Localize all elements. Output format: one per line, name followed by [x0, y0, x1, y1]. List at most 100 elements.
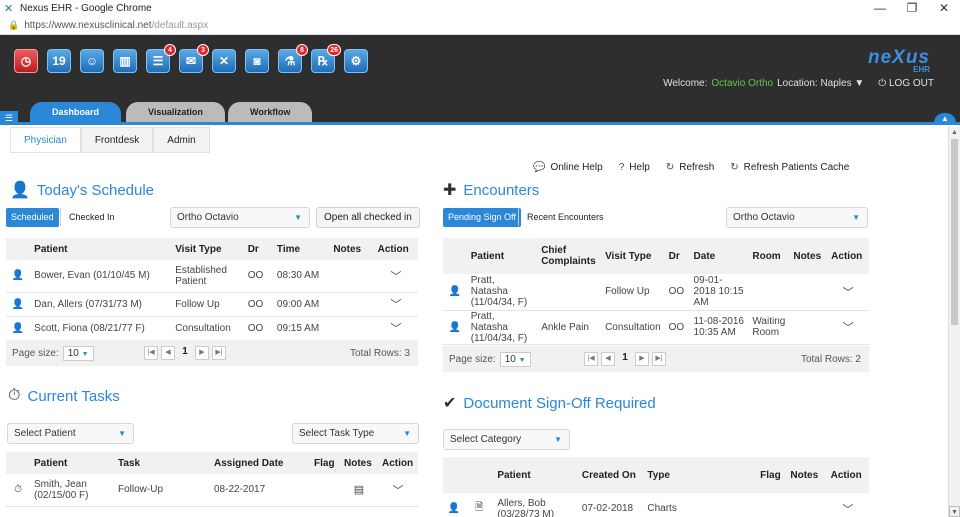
table-row[interactable]: 👤 Dan, Allers (07/31/73 M) Follow Up OO …	[6, 292, 418, 317]
page-size-select[interactable]: 10 ▼	[62, 345, 94, 361]
table-row[interactable]: ⏱ Smith, Jean (02/15/00 F) Follow-Up 08-…	[6, 474, 418, 507]
camera-icon[interactable]: ◙	[245, 49, 269, 73]
rx-icon[interactable]: ℞ 26	[311, 44, 341, 73]
settings-icon[interactable]: ⚙	[344, 49, 368, 73]
chevron-down-icon[interactable]: ﹀	[373, 316, 418, 341]
table-row[interactable]: 👤 🗎 Allers, Bob (03/28/73 M) 07-02-2018 …	[443, 493, 869, 517]
notes-icon[interactable]: ▤	[340, 474, 378, 507]
lab-icon[interactable]: ⚗ 8	[278, 44, 308, 73]
tools-icon[interactable]: ✕	[212, 49, 236, 73]
chevron-down-icon[interactable]: ﹀	[378, 474, 418, 507]
next-page-icon[interactable]: ▶	[635, 352, 649, 366]
menu-icon[interactable]: ☰	[0, 111, 18, 125]
address-bar[interactable]: 🔒 https://www.nexusclinical.net/default.…	[0, 17, 960, 35]
subtab-admin[interactable]: Admin	[153, 127, 210, 153]
tab-scheduled[interactable]: Scheduled	[6, 208, 59, 227]
first-page-icon[interactable]: |◀	[144, 346, 158, 360]
column-header[interactable]: Room	[748, 238, 790, 274]
table-row[interactable]: 👤 Bower, Evan (01/10/45 M) Established P…	[6, 260, 418, 293]
scroll-up-icon[interactable]: ▲	[949, 127, 960, 138]
patient-cell[interactable]: Bower, Evan (01/10/45 M)	[30, 260, 172, 293]
column-header[interactable]: Flag	[310, 452, 340, 474]
location-dropdown[interactable]: Location: Naples ▼	[777, 78, 864, 89]
column-header[interactable]: Time	[272, 238, 330, 260]
select-category-value: Select Category	[450, 434, 522, 445]
encounters-provider-select[interactable]: Ortho Octavio ▼	[726, 207, 868, 228]
patients-icon[interactable]: ☺	[80, 49, 104, 73]
tab-workflow[interactable]: Workflow	[228, 102, 313, 122]
table-row[interactable]: 👤 Pratt, Natasha (11/04/34, F) Ankle Pai…	[443, 310, 869, 345]
patient-cell[interactable]: Smith, Jean (02/15/00 F)	[30, 474, 114, 507]
column-header[interactable]: Patient	[466, 238, 538, 274]
chevron-down-icon[interactable]: ﹀	[827, 310, 869, 345]
browser-title-bar: ✕ Nexus EHR - Google Chrome — ❐ ✕	[0, 0, 960, 17]
tab-checked-in[interactable]: Checked In	[63, 208, 121, 227]
column-header[interactable]: Type	[643, 457, 757, 493]
clock-icon[interactable]: ◷	[14, 49, 38, 73]
column-header[interactable]: Dr	[243, 238, 273, 260]
reports-icon[interactable]: ▥	[113, 49, 137, 73]
subtab-physician[interactable]: Physician	[10, 127, 81, 153]
tasks-icon[interactable]: ☰ 4	[146, 44, 176, 73]
table-row[interactable]: 👤 Scott, Fiona (08/21/77 F) Consultation…	[6, 316, 418, 341]
subtab-frontdesk[interactable]: Frontdesk	[80, 127, 154, 153]
column-header[interactable]: Task	[114, 452, 210, 474]
table-row[interactable]: 👤 Pratt, Natasha (11/04/34, F) Follow Up…	[443, 274, 869, 311]
prev-page-icon[interactable]: ◀	[601, 352, 615, 366]
user-name[interactable]: Octavio Ortho	[711, 78, 773, 89]
last-page-icon[interactable]: ▶|	[212, 346, 226, 360]
tab-dashboard[interactable]: Dashboard	[30, 102, 122, 122]
tab-visualization[interactable]: Visualization	[126, 102, 225, 122]
chevron-down-icon[interactable]: ﹀	[826, 493, 869, 517]
messages-icon[interactable]: ✉ 3	[179, 44, 209, 73]
patient-cell[interactable]: Allers, Bob (03/28/73 M)	[493, 493, 578, 517]
page-scrollbar[interactable]: ▲ ▼	[948, 127, 960, 517]
collapse-header-icon[interactable]: ▲	[934, 113, 956, 125]
patient-cell[interactable]: Dan, Allers (07/31/73 M)	[30, 292, 172, 317]
tab-recent-encounters[interactable]: Recent Encounters	[521, 208, 610, 227]
column-header[interactable]: Chief Complaints	[537, 238, 602, 274]
refresh-link[interactable]: ↻ Refresh	[666, 162, 714, 173]
chevron-down-icon[interactable]: ﹀	[373, 260, 418, 293]
refresh-cache-link[interactable]: ↻ Refresh Patients Cache	[730, 162, 849, 173]
patient-cell[interactable]: Pratt, Natasha (11/04/34, F)	[466, 310, 538, 345]
column-header[interactable]: Patient	[493, 457, 578, 493]
next-page-icon[interactable]: ▶	[195, 346, 209, 360]
chevron-down-icon[interactable]: ﹀	[827, 274, 869, 311]
first-page-icon[interactable]: |◀	[584, 352, 598, 366]
schedule-provider-select[interactable]: Ortho Octavio ▼	[170, 207, 310, 228]
column-header[interactable]: Assigned Date	[210, 452, 310, 474]
column-header[interactable]: Notes	[789, 238, 828, 274]
scroll-thumb[interactable]	[951, 139, 958, 325]
chevron-down-icon[interactable]: ﹀	[373, 292, 418, 317]
select-category-dropdown[interactable]: Select Category ▼	[443, 429, 570, 450]
column-header[interactable]: Created On	[577, 457, 644, 493]
online-help-link[interactable]: 💬 Online Help	[533, 162, 603, 173]
close-icon[interactable]: ✕	[928, 0, 960, 17]
patient-cell[interactable]: Pratt, Natasha (11/04/34, F)	[466, 274, 538, 311]
minimize-icon[interactable]: —	[864, 0, 896, 17]
open-all-checked-in-button[interactable]: Open all checked in	[316, 207, 420, 228]
logout-button[interactable]: ⏻ LOG OUT	[878, 78, 934, 89]
scroll-down-icon[interactable]: ▼	[949, 506, 960, 517]
column-header[interactable]: Notes	[329, 238, 374, 260]
select-task-type-dropdown[interactable]: Select Task Type ▼	[292, 423, 419, 444]
calendar-icon[interactable]: 19	[47, 49, 71, 73]
column-header[interactable]: Dr	[664, 238, 690, 274]
column-header[interactable]: Notes	[340, 452, 378, 474]
page-size-select[interactable]: 10 ▼	[499, 351, 531, 367]
column-header[interactable]: Patient	[30, 238, 172, 260]
column-header[interactable]: Notes	[786, 457, 827, 493]
patient-cell[interactable]: Scott, Fiona (08/21/77 F)	[30, 316, 172, 341]
column-header[interactable]: Visit Type	[171, 238, 244, 260]
tab-pending-sign-off[interactable]: Pending Sign Off	[443, 208, 521, 227]
select-patient-dropdown[interactable]: Select Patient ▼	[7, 423, 134, 444]
prev-page-icon[interactable]: ◀	[161, 346, 175, 360]
column-header[interactable]: Patient	[30, 452, 114, 474]
column-header[interactable]: Visit Type	[601, 238, 665, 274]
restore-icon[interactable]: ❐	[896, 0, 928, 17]
column-header[interactable]: Flag	[756, 457, 787, 493]
last-page-icon[interactable]: ▶|	[652, 352, 666, 366]
help-link[interactable]: ? Help	[619, 162, 650, 173]
column-header[interactable]: Date	[689, 238, 749, 274]
